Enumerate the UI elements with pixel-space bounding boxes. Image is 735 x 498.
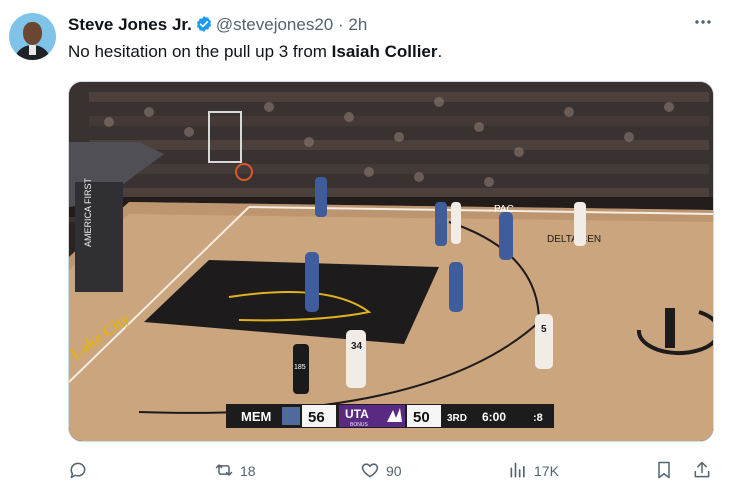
author-handle[interactable]: @stevejones20: [216, 15, 333, 34]
retweet-count: 18: [240, 463, 256, 479]
away-score: 56: [308, 409, 325, 426]
tweet-text: No hesitation on the pull up 3 from Isai…: [68, 42, 443, 61]
video-frame[interactable]: AMERICA FIRST DELTA CEN PAC Lake City 34…: [68, 81, 714, 442]
verified-badge-icon: [195, 15, 213, 39]
separator: ·: [338, 15, 344, 34]
views-count: 17K: [534, 463, 559, 479]
period: 3RD: [447, 413, 467, 424]
retweet-icon: [214, 460, 234, 483]
game-clock: 6:00: [482, 410, 506, 424]
bookmark-icon: [654, 460, 674, 483]
avatar[interactable]: [9, 13, 56, 60]
mention-player: Isaiah Collier: [331, 42, 438, 61]
like-count: 90: [386, 463, 402, 479]
home-bonus: BONUS: [350, 422, 368, 428]
reply-icon: [68, 460, 88, 483]
jersey-185: 185: [294, 364, 306, 371]
home-team: UTA: [345, 407, 369, 421]
like-icon: [360, 460, 380, 483]
reply-button[interactable]: [68, 458, 94, 484]
share-button[interactable]: [692, 458, 712, 484]
tweet-header: Steve Jones Jr. @stevejones20 · 2h: [68, 14, 367, 39]
views-icon: [508, 460, 528, 483]
jersey-34: 34: [351, 341, 363, 352]
timestamp[interactable]: 2h: [348, 15, 367, 34]
shot-clock: :8: [533, 412, 543, 424]
action-bar: 18 90 17K: [68, 458, 718, 484]
home-score: 50: [413, 409, 430, 426]
more-icon[interactable]: [693, 12, 713, 32]
retweet-button[interactable]: 18: [214, 458, 256, 484]
author-name[interactable]: Steve Jones Jr.: [68, 15, 192, 34]
like-button[interactable]: 90: [360, 458, 402, 484]
scorebug: MEM 56 UTA BONUS 50 3RD 6:00 :8: [226, 404, 554, 428]
away-team: MEM: [241, 409, 271, 424]
views-button[interactable]: 17K: [508, 458, 559, 484]
share-icon: [692, 460, 712, 483]
sponsor-america-first: AMERICA FIRST: [83, 177, 93, 247]
jersey-5: 5: [541, 324, 547, 335]
bookmark-button[interactable]: [654, 458, 674, 484]
